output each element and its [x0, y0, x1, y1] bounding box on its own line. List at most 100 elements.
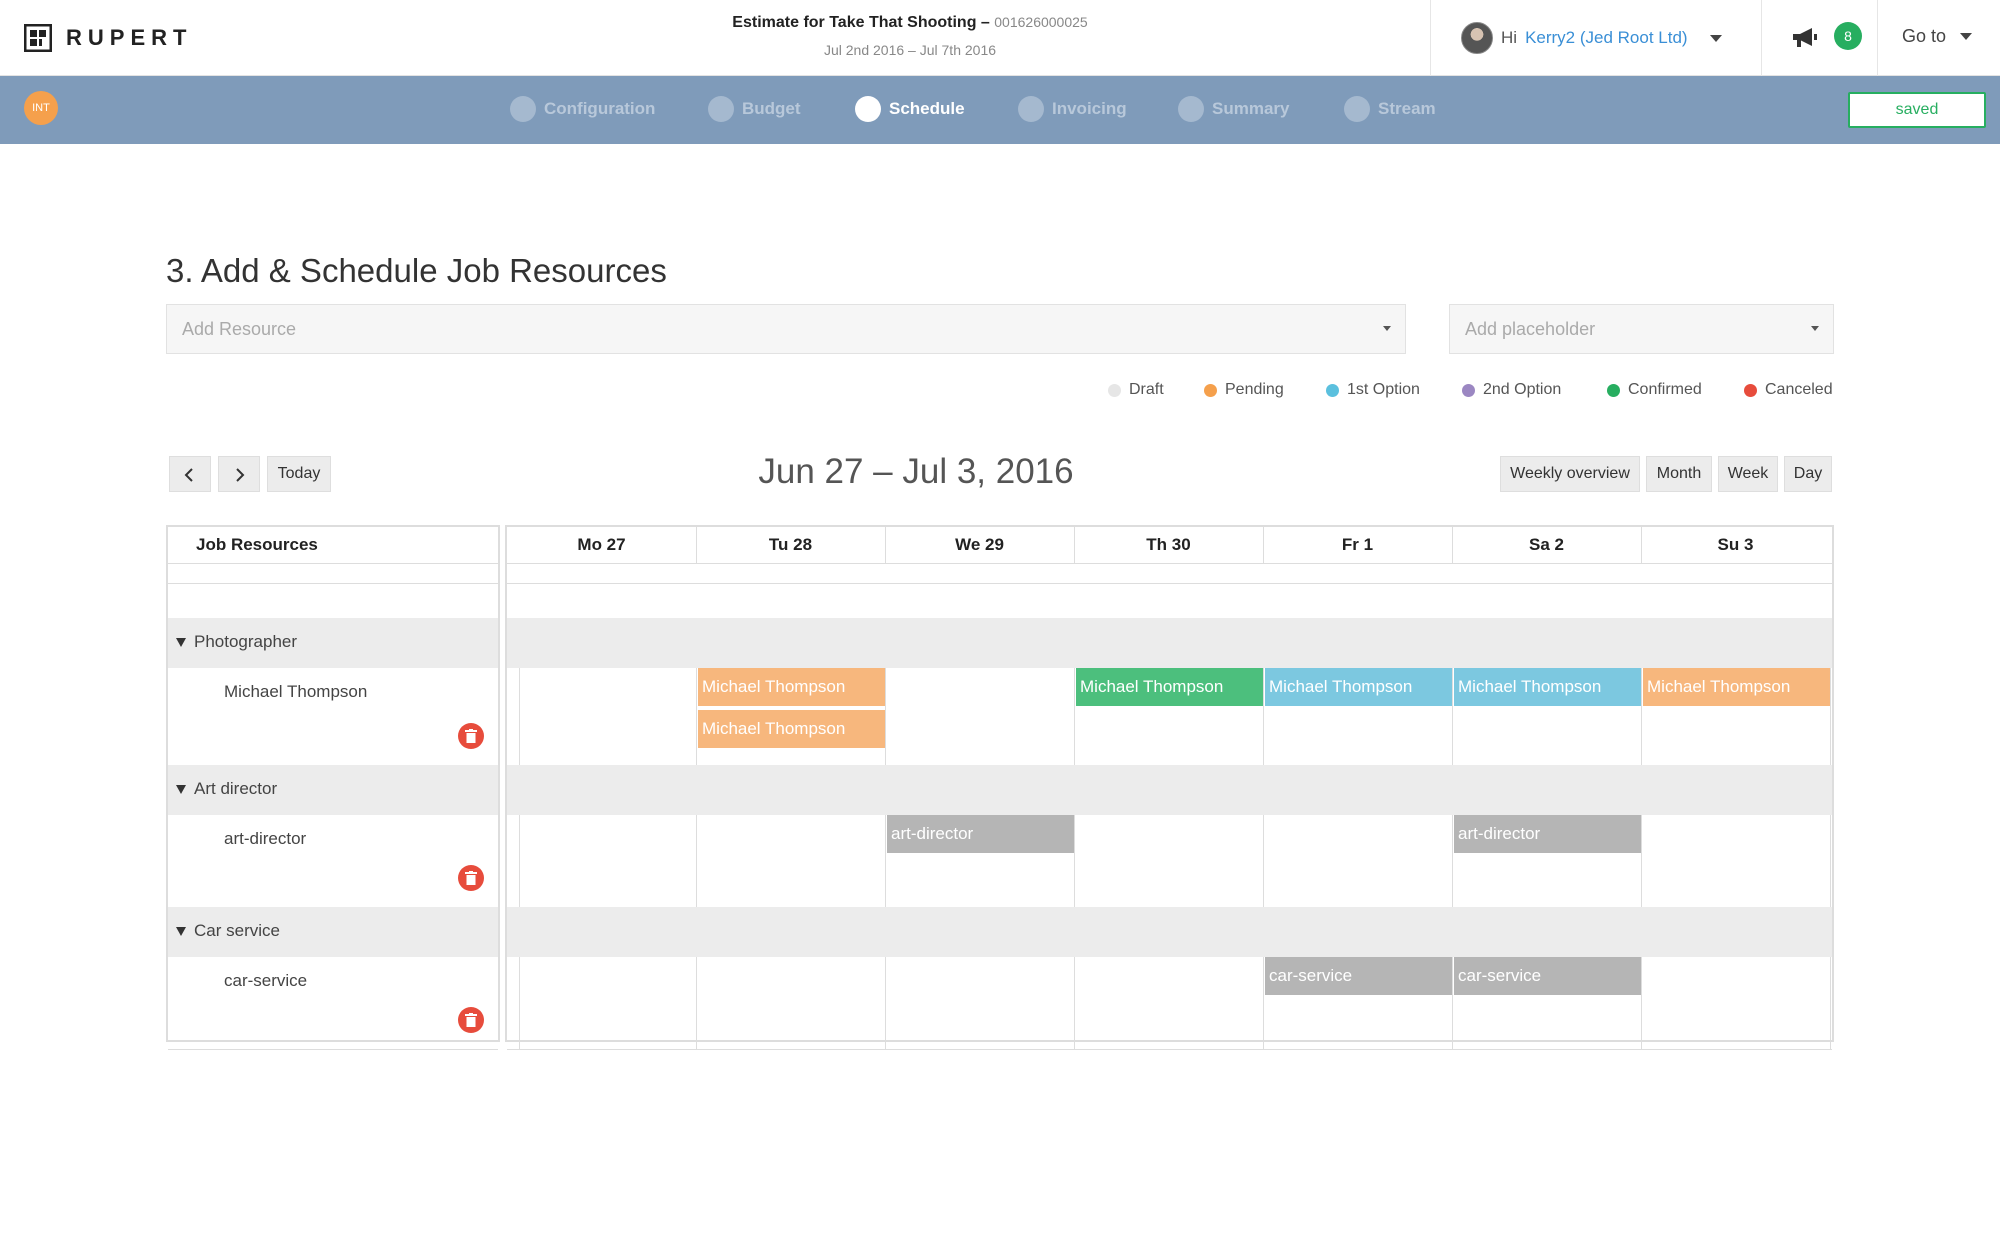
chevron-down-icon[interactable] — [1709, 34, 1722, 42]
chevron-down-icon[interactable] — [1960, 33, 1973, 40]
row-divider — [507, 1049, 1832, 1050]
resources-column: Job Resources Photographer Michael Thompso… — [166, 525, 500, 1050]
group-label[interactable]: Photographer — [176, 632, 297, 652]
add-placeholder-select[interactable]: Add placeholder — [1449, 304, 1834, 354]
schedule-event[interactable]: art-director — [887, 815, 1074, 853]
day-header: Sa 2 — [1529, 535, 1564, 554]
greeting: Hi — [1501, 28, 1518, 47]
step-dot-icon — [855, 96, 881, 122]
day-header: Fr 1 — [1341, 535, 1374, 554]
day-header: We 29 — [955, 535, 1004, 554]
saved-status-button[interactable]: saved — [1848, 92, 1986, 128]
step-summary[interactable]: Summary — [1178, 96, 1289, 122]
status-legend: Draft Pending 1st Option 2nd Option Confirme… — [1108, 381, 1834, 403]
megaphone-icon[interactable] — [1790, 26, 1820, 50]
step-dot-icon — [510, 96, 536, 122]
legend-label: Canceled — [1765, 381, 1833, 398]
step-label: Invoicing — [1052, 99, 1127, 118]
schedule-event[interactable]: Michael Thompson — [1076, 668, 1263, 706]
day-divider — [1263, 815, 1264, 907]
view-weekly-overview-button[interactable]: Weekly overview — [1500, 456, 1640, 492]
schedule-event[interactable]: Michael Thompson — [1643, 668, 1830, 706]
estimate-code: 001626000025 — [994, 14, 1088, 30]
status-dot-icon — [1326, 383, 1339, 397]
day-header: Su 3 — [1717, 535, 1754, 554]
step-dot-icon — [1178, 96, 1204, 122]
legend-label: 1st Option — [1347, 381, 1420, 398]
delete-resource-button[interactable] — [458, 723, 484, 749]
schedule-event[interactable]: Michael Thompson — [698, 668, 885, 706]
group-row-car-service[interactable]: Car service — [168, 907, 498, 957]
chevron-right-icon — [236, 468, 245, 482]
legend-item-2nd-option: 2nd Option — [1462, 381, 1561, 399]
step-invoicing[interactable]: Invoicing — [1018, 96, 1127, 122]
group-row-art-director[interactable]: Art director — [168, 765, 498, 815]
group-row-band — [507, 907, 1832, 957]
next-week-button[interactable] — [218, 456, 260, 492]
schedule-event[interactable]: Michael Thompson — [698, 710, 885, 748]
day-divider — [696, 815, 697, 907]
day-divider — [1641, 668, 1642, 765]
day-divider — [1830, 815, 1831, 907]
delete-resource-button[interactable] — [458, 865, 484, 891]
legend-label: 2nd Option — [1483, 381, 1562, 398]
resource-name: art-director — [224, 829, 307, 848]
chevron-down-icon — [1811, 326, 1819, 331]
legend-label: Draft — [1129, 381, 1164, 398]
view-month-button[interactable]: Month — [1646, 456, 1712, 492]
schedule-event[interactable]: Michael Thompson — [1265, 668, 1452, 706]
day-divider — [1830, 957, 1831, 1049]
schedule-event[interactable]: art-director — [1454, 815, 1641, 853]
avatar — [1461, 22, 1493, 54]
prev-week-button[interactable] — [169, 456, 211, 492]
today-button[interactable]: Today — [267, 456, 331, 492]
chevron-left-icon — [184, 468, 193, 482]
collapse-triangle-icon[interactable] — [176, 637, 186, 647]
day-header: Tu 28 — [768, 535, 813, 554]
resources-header: Job Resources — [196, 535, 318, 554]
day-divider — [1263, 527, 1264, 563]
group-row-photographer[interactable]: Photographer — [168, 618, 498, 668]
group-label[interactable]: Art director — [176, 779, 277, 799]
estimate-name: Estimate for Take That Shooting – — [732, 14, 990, 31]
divider — [507, 583, 1832, 584]
group-label[interactable]: Car service — [176, 921, 280, 941]
add-placeholder-placeholder: Add placeholder — [1465, 319, 1596, 339]
step-schedule[interactable]: Schedule — [855, 96, 965, 122]
day-divider — [1641, 527, 1642, 563]
logo[interactable]: RUPERT — [24, 24, 192, 52]
top-bar: RUPERT Estimate for Take That Shooting –… — [0, 0, 2000, 76]
schedule-event[interactable]: car-service — [1454, 957, 1641, 995]
step-budget[interactable]: Budget — [708, 96, 801, 122]
day-divider — [1263, 957, 1264, 1049]
view-day-button[interactable]: Day — [1784, 456, 1832, 492]
view-week-button[interactable]: Week — [1718, 456, 1778, 492]
schedule-event[interactable]: car-service — [1265, 957, 1452, 995]
page-title: 3. Add & Schedule Job Resources — [166, 252, 667, 289]
goto-menu[interactable]: Go to — [1902, 26, 1973, 47]
add-resource-select[interactable]: Add Resource — [166, 304, 1406, 354]
day-divider — [519, 957, 520, 1049]
notification-count-badge[interactable]: 8 — [1834, 22, 1862, 50]
step-configuration[interactable]: Configuration — [510, 96, 655, 122]
user-menu[interactable]: Hi Kerry2 (Jed Root Ltd) — [1430, 0, 1762, 76]
estimate-title: Estimate for Take That Shooting – 001626… — [560, 14, 1260, 58]
collapse-triangle-icon[interactable] — [176, 784, 186, 794]
day-divider — [1452, 668, 1453, 765]
goto-label: Go to — [1902, 26, 1947, 46]
delete-resource-button[interactable] — [458, 1007, 484, 1033]
day-divider — [1452, 815, 1453, 907]
notifications: 8 — [1762, 0, 1878, 76]
user-name-link[interactable]: Kerry2 (Jed Root Ltd) — [1525, 28, 1688, 48]
logo-text: RUPERT — [66, 25, 193, 50]
day-divider — [696, 527, 697, 563]
day-divider — [696, 668, 697, 765]
collapse-triangle-icon[interactable] — [176, 926, 186, 936]
trash-icon — [465, 871, 477, 885]
step-stream[interactable]: Stream — [1344, 96, 1436, 122]
day-divider — [885, 668, 886, 765]
schedule-grid: Mo 27 Tu 28 We 29 Th 30 Fr 1 Sa 2 Su 3 Michael … — [505, 525, 1834, 1050]
step-label: Configuration — [544, 99, 656, 118]
schedule-event[interactable]: Michael Thompson — [1454, 668, 1641, 706]
day-divider — [696, 957, 697, 1049]
